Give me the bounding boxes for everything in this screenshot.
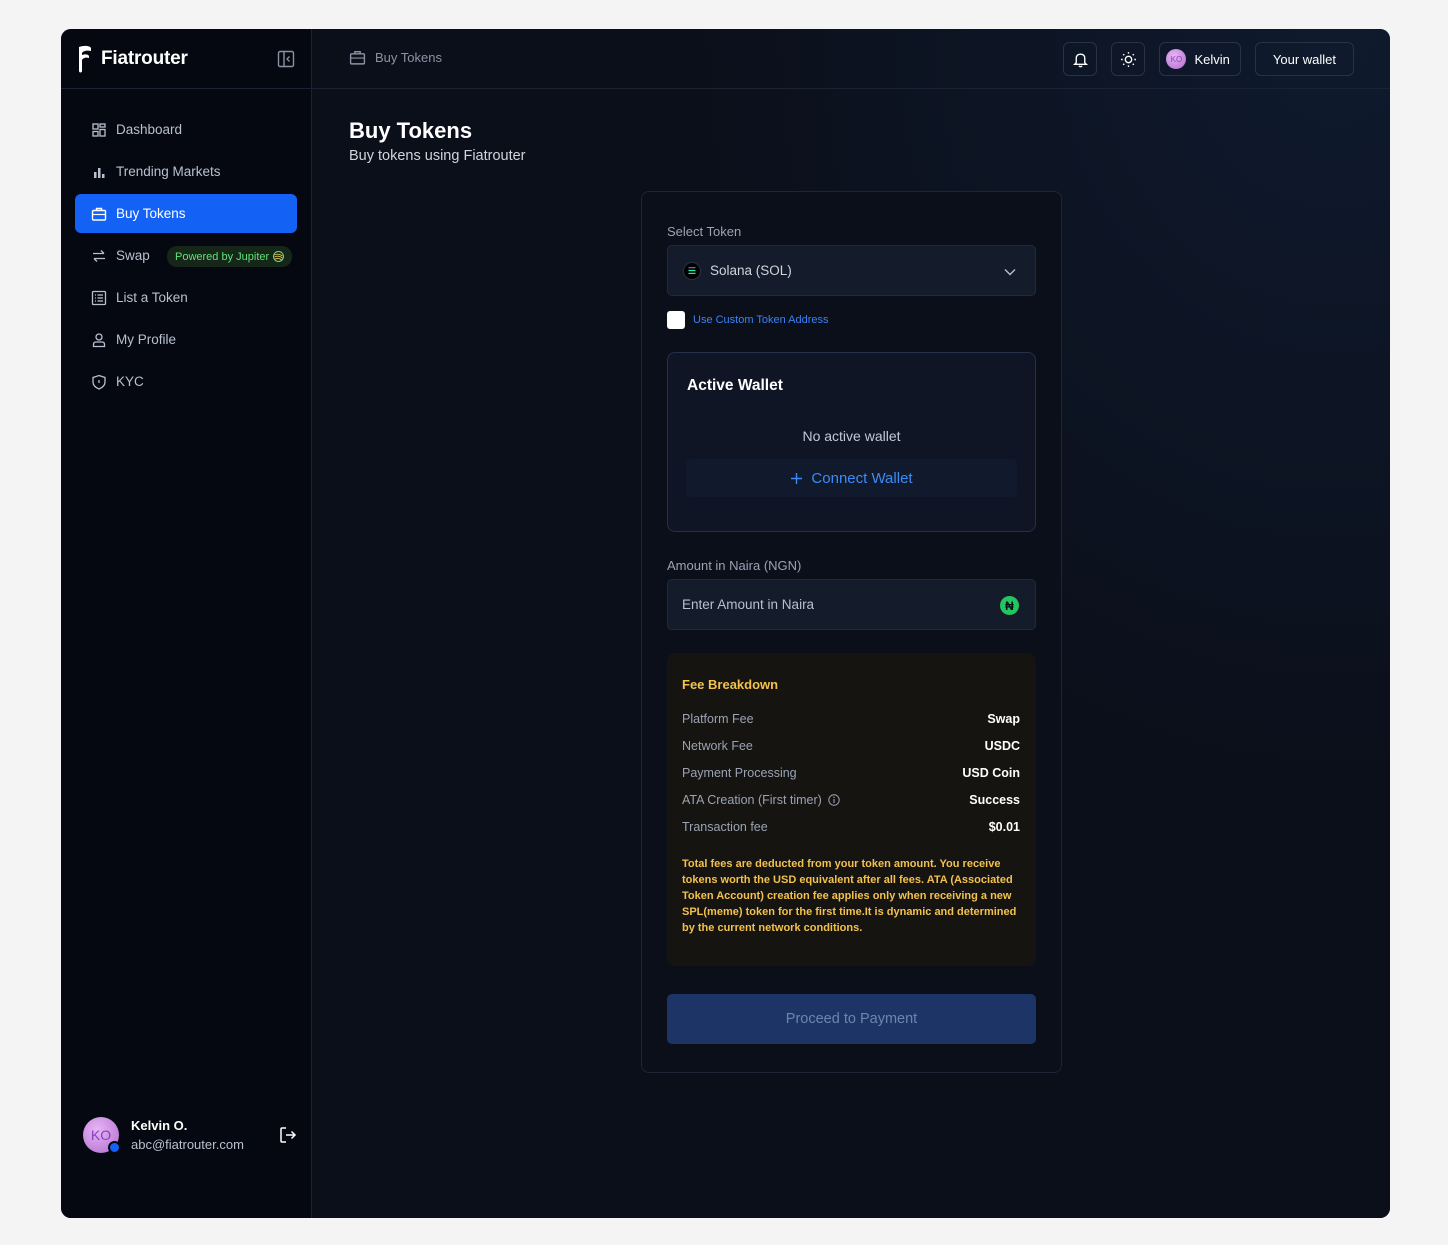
fee-row: Network Fee USDC <box>682 739 1020 753</box>
avatar[interactable]: KO <box>83 1117 121 1154</box>
buy-tokens-card: Select Token Solana (SOL) Use Custom Tok… <box>641 191 1062 1073</box>
jupiter-icon <box>273 251 285 262</box>
logout-icon[interactable] <box>278 1125 298 1145</box>
sidebar-item-trending-markets[interactable]: Trending Markets <box>75 152 297 191</box>
sidebar-item-swap[interactable]: Swap Powered by Jupiter <box>75 236 297 275</box>
fee-label: Network Fee <box>682 739 753 753</box>
fee-value: USDC <box>984 739 1020 753</box>
top-actions: KO Kelvin Your wallet <box>1063 42 1354 76</box>
sidebar-item-label: Dashboard <box>116 122 183 137</box>
notifications-button[interactable] <box>1063 42 1098 76</box>
custom-address-label: Use Custom Token Address <box>693 314 829 326</box>
sidebar-item-label: Buy Tokens <box>116 206 186 221</box>
sidebar-item-label: KYC <box>116 374 144 389</box>
brand-name: Fiatrouter <box>101 47 188 69</box>
sidebar-item-dashboard[interactable]: Dashboard <box>75 110 297 149</box>
bar-chart-icon <box>91 164 107 180</box>
avatar-initials: KO <box>90 1127 112 1143</box>
fee-row: Platform Fee Swap <box>682 712 1020 726</box>
token-select[interactable]: Solana (SOL) <box>667 245 1036 296</box>
fee-label: Platform Fee <box>682 712 754 726</box>
fee-row: Payment Processing USD Coin <box>682 766 1020 780</box>
sun-icon <box>1121 51 1136 67</box>
connect-wallet-label: Connect Wallet <box>811 469 913 487</box>
breadcrumb-label: Buy Tokens <box>375 50 442 65</box>
fee-row: Transaction fee $0.01 <box>682 820 1020 834</box>
naira-icon: ₦ <box>1000 596 1019 615</box>
user-pill-name: Kelvin <box>1194 51 1230 67</box>
briefcase-icon <box>349 50 366 65</box>
fee-breakdown-panel: Fee Breakdown Platform Fee Swap Network … <box>667 653 1036 966</box>
selected-token: Solana (SOL) <box>710 263 792 278</box>
sidebar-user: KO Kelvin O. abc@fiatrouter.com <box>83 1114 298 1156</box>
grid-icon <box>91 122 107 138</box>
sidebar-item-label: Trending Markets <box>116 164 221 179</box>
verified-badge-icon <box>108 1141 121 1154</box>
sidebar-item-kyc[interactable]: KYC <box>75 362 297 401</box>
swap-arrows-icon <box>91 248 107 264</box>
fee-note: Total fees are deducted from your token … <box>682 858 1017 934</box>
user-email: abc@fiatrouter.com <box>131 1137 244 1152</box>
user-menu-button[interactable]: KO Kelvin <box>1159 42 1241 76</box>
fee-value: USD Coin <box>962 766 1020 780</box>
sidebar-item-label: My Profile <box>116 332 177 347</box>
sidebar-item-label: Swap <box>116 248 150 263</box>
bell-icon <box>1072 52 1088 67</box>
sidebar-nav: Dashboard Trending Markets Buy Tokens Sw… <box>61 89 311 401</box>
theme-toggle-button[interactable] <box>1111 42 1146 76</box>
page-subtitle: Buy tokens using Fiatrouter <box>349 148 526 164</box>
topbar: Buy Tokens KO Kelvin Your wallet <box>312 29 1390 89</box>
shield-icon <box>91 374 107 390</box>
fee-row: ATA Creation (First timer) Success <box>682 793 1020 807</box>
breadcrumb: Buy Tokens <box>349 49 442 66</box>
list-icon <box>91 290 107 306</box>
no-wallet-text: No active wallet <box>802 428 901 444</box>
amount-label: Amount in Naira (NGN) <box>667 558 802 573</box>
jupiter-badge: Powered by Jupiter <box>167 246 293 267</box>
proceed-to-payment-button[interactable]: Proceed to Payment <box>667 994 1036 1044</box>
fiatrouter-logo-icon <box>79 45 91 72</box>
user-icon <box>91 332 107 348</box>
page-header: Buy Tokens Buy tokens using Fiatrouter <box>349 118 526 164</box>
your-wallet-button[interactable]: Your wallet <box>1254 42 1354 76</box>
amount-field: ₦ <box>667 579 1036 630</box>
amount-input[interactable] <box>682 597 982 612</box>
page-title: Buy Tokens <box>349 118 473 143</box>
fee-label: ATA Creation (First timer) <box>682 793 822 807</box>
sidebar-item-buy-tokens[interactable]: Buy Tokens <box>75 194 297 233</box>
custom-address-toggle[interactable]: Use Custom Token Address <box>667 311 829 329</box>
active-wallet-panel: Active Wallet No active wallet Connect W… <box>667 352 1036 532</box>
brand-header: Fiatrouter <box>61 29 311 89</box>
fee-label: Transaction fee <box>682 820 768 834</box>
connect-wallet-button[interactable]: Connect Wallet <box>686 459 1017 497</box>
jupiter-badge-label: Powered by Jupiter <box>175 250 270 263</box>
avatar: KO <box>1166 49 1187 69</box>
fee-breakdown-title: Fee Breakdown <box>682 677 779 692</box>
fee-label: Payment Processing <box>682 766 797 780</box>
main-content: Buy Tokens KO Kelvin Your wallet Buy Tok… <box>312 29 1390 1218</box>
sidebar-item-list-a-token[interactable]: List a Token <box>75 278 297 317</box>
user-name: Kelvin O. <box>131 1118 188 1133</box>
fee-value: $0.01 <box>988 820 1020 834</box>
solana-icon <box>683 261 701 280</box>
app-window: Fiatrouter Dashboard Trending Markets Bu… <box>61 29 1390 1218</box>
sidebar-item-my-profile[interactable]: My Profile <box>75 320 297 359</box>
chevron-down-icon <box>1004 269 1016 276</box>
briefcase-icon <box>91 206 107 222</box>
active-wallet-title: Active Wallet <box>687 377 783 394</box>
select-token-label: Select Token <box>667 224 742 239</box>
info-icon[interactable] <box>828 794 840 806</box>
sidebar-item-label: List a Token <box>116 290 188 305</box>
custom-address-checkbox[interactable] <box>667 311 685 329</box>
user-meta: Kelvin O. abc@fiatrouter.com <box>131 1118 244 1152</box>
collapse-sidebar-icon[interactable] <box>277 50 295 68</box>
fee-value: Swap <box>987 712 1020 726</box>
fee-label-with-info: ATA Creation (First timer) <box>682 793 840 807</box>
plus-icon <box>791 472 803 484</box>
sidebar: Fiatrouter Dashboard Trending Markets Bu… <box>61 29 312 1218</box>
fee-value: Success <box>969 793 1020 807</box>
